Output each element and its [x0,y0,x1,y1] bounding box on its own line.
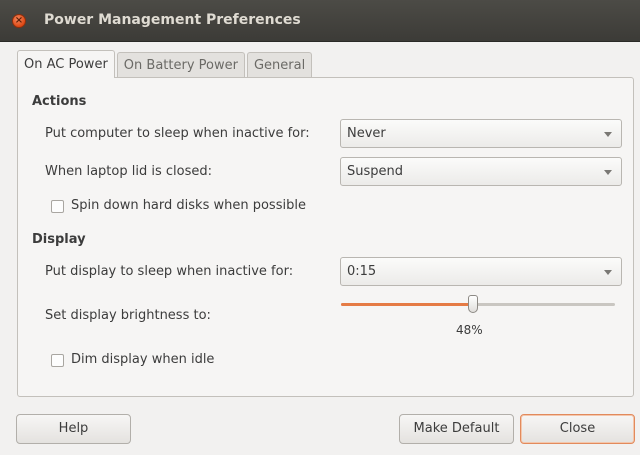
close-button[interactable]: Close [520,414,635,444]
lid-closed-dropdown[interactable]: Suspend [340,157,622,186]
close-icon: × [14,15,24,26]
chevron-down-icon [604,132,612,137]
lid-closed-value: Suspend [347,164,404,179]
sleep-inactive-label: Put computer to sleep when inactive for: [45,126,310,141]
brightness-slider-fill [341,303,473,306]
lid-closed-label: When laptop lid is closed: [45,164,212,179]
actions-heading: Actions [32,94,87,109]
chevron-down-icon [604,270,612,275]
spin-down-checkbox[interactable] [51,200,64,213]
display-sleep-label: Put display to sleep when inactive for: [45,264,294,279]
display-heading: Display [32,232,86,247]
spin-down-label: Spin down hard disks when possible [71,198,306,213]
brightness-label: Set display brightness to: [45,308,211,323]
dim-display-label: Dim display when idle [71,352,215,367]
tab-bar: On AC Power On Battery Power General [17,50,314,78]
help-button[interactable]: Help [16,414,131,444]
tab-general[interactable]: General [246,52,313,78]
tab-panel: Actions Put computer to sleep when inact… [17,77,634,397]
display-sleep-value: 0:15 [347,264,377,279]
tab-on-ac-power[interactable]: On AC Power [17,50,115,78]
sleep-inactive-dropdown[interactable]: Never [340,119,622,148]
window-title: Power Management Preferences [44,12,301,28]
window-close-button[interactable]: × [12,14,26,28]
sleep-inactive-value: Never [347,126,386,141]
brightness-slider-track[interactable] [341,303,615,306]
make-default-button[interactable]: Make Default [399,414,514,444]
display-sleep-dropdown[interactable]: 0:15 [340,257,622,286]
brightness-value: 48% [456,323,483,337]
title-bar: × Power Management Preferences [0,0,640,42]
tab-on-battery-power[interactable]: On Battery Power [116,52,245,78]
chevron-down-icon [604,170,612,175]
dim-display-checkbox[interactable] [51,354,64,367]
brightness-slider-handle[interactable] [468,295,478,313]
power-management-window: × Power Management Preferences On AC Pow… [0,0,640,455]
